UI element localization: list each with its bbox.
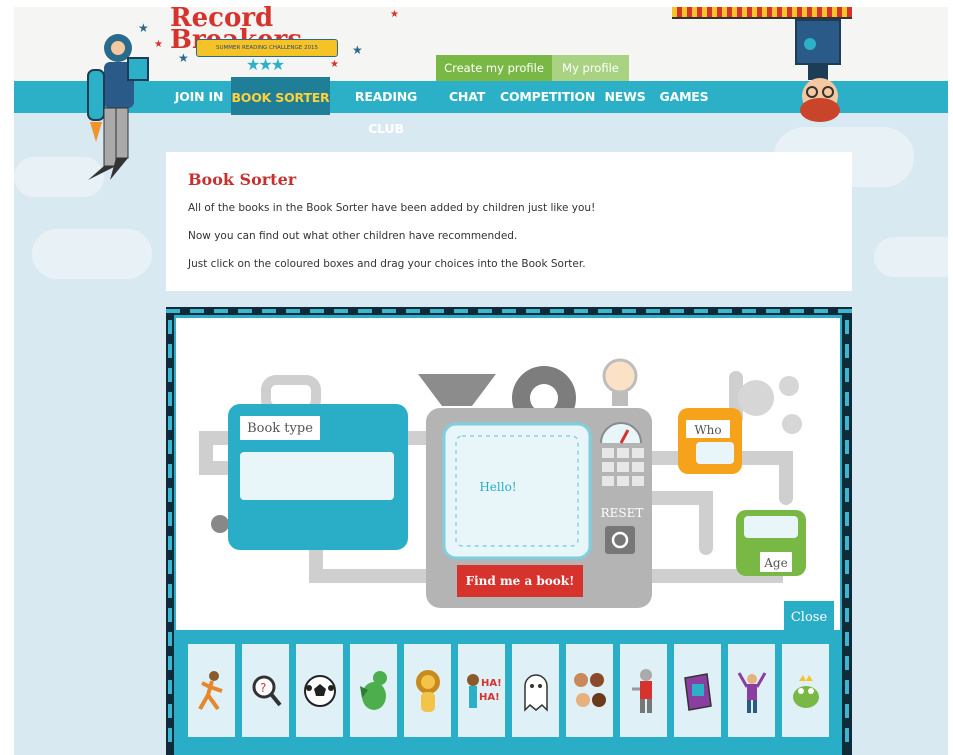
svg-text:?: ? [260, 681, 266, 695]
star-icon: ★ [352, 43, 363, 57]
tile-laughing-figure[interactable]: HA! HA! [458, 644, 505, 737]
page-title: Book Sorter [188, 170, 297, 189]
find-book-button[interactable]: Find me a book! [457, 565, 583, 597]
reset-button[interactable] [605, 526, 635, 554]
frog-prince-icon [792, 674, 819, 708]
tile-frog-prince[interactable] [782, 644, 829, 737]
frame-dashes-right [845, 320, 849, 750]
intro-paragraph-1: All of the books in the Book Sorter have… [188, 202, 596, 214]
running-figure-icon [197, 670, 223, 710]
age-label: Age [760, 552, 792, 572]
dragon-icon [359, 670, 387, 710]
laughing-figure-icon: HA! HA! [466, 673, 501, 708]
tile-knight[interactable] [620, 644, 667, 737]
nav-chat[interactable]: CHAT [443, 81, 491, 113]
who-drop-zone[interactable] [696, 442, 734, 464]
tile-dragon[interactable] [350, 644, 397, 737]
tile-ghost[interactable] [512, 644, 559, 737]
svg-text:HA!: HA! [481, 678, 501, 689]
create-profile-tab[interactable]: Create my profile [436, 55, 552, 81]
group-of-children-icon [573, 672, 606, 707]
star-icon: ★ [390, 9, 399, 20]
tile-football[interactable] [296, 644, 343, 737]
tile-magnifying-glass[interactable]: ? [242, 644, 289, 737]
book-type-drop-zone[interactable] [240, 452, 394, 500]
cheering-figure-icon [737, 671, 766, 713]
age-drop-zone[interactable] [744, 516, 798, 538]
tile-cheering-figure[interactable] [728, 644, 775, 737]
book-icon [683, 672, 712, 711]
magnifying-glass-icon: ? [252, 675, 282, 706]
nav-reading-club[interactable]: READING CLUB [338, 81, 434, 136]
lion-icon [415, 669, 440, 712]
who-label: Who [686, 420, 730, 438]
frame-dashes-left [168, 320, 172, 750]
record-breakers-logo[interactable]: Record Breakers SUMMER READING CHALLENGE… [138, 5, 399, 77]
tile-book[interactable] [674, 644, 721, 737]
jetpack-character-icon [87, 34, 149, 180]
my-profile-tab[interactable]: My profile [552, 55, 629, 81]
page: Record Breakers SUMMER READING CHALLENGE… [0, 0, 953, 755]
frame-dashes-top [166, 309, 852, 313]
intro-paragraph-2: Now you can find out what other children… [188, 230, 518, 242]
upside-down-reader-icon [795, 19, 841, 122]
nav-competition[interactable]: COMPETITION [500, 81, 595, 113]
close-button[interactable]: Close [784, 601, 834, 631]
stars-cluster-icon: ★★★ [246, 55, 285, 74]
tile-group-of-children[interactable] [566, 644, 613, 737]
football-icon [303, 674, 336, 707]
tile-lion[interactable] [404, 644, 451, 737]
svg-text:HA!: HA! [479, 692, 500, 703]
book-type-label: Book type [240, 416, 320, 440]
intro-panel: Book Sorter All of the books in the Book… [166, 152, 852, 291]
ghost-icon [523, 673, 548, 712]
reset-label: RESET [600, 506, 644, 520]
nav-news[interactable]: NEWS [603, 81, 647, 113]
star-icon: ★ [330, 59, 339, 70]
nav-games[interactable]: GAMES [658, 81, 710, 113]
knight-icon [631, 668, 652, 713]
tile-running-figure[interactable] [188, 644, 235, 737]
intro-paragraph-3: Just click on the coloured boxes and dra… [188, 258, 586, 270]
nav-book-sorter[interactable]: BOOK SORTER [231, 77, 330, 115]
nav-join-in[interactable]: JOIN IN [168, 81, 230, 113]
star-icon: ★ [178, 51, 189, 65]
sorter-screen-text: Hello! [479, 480, 517, 494]
